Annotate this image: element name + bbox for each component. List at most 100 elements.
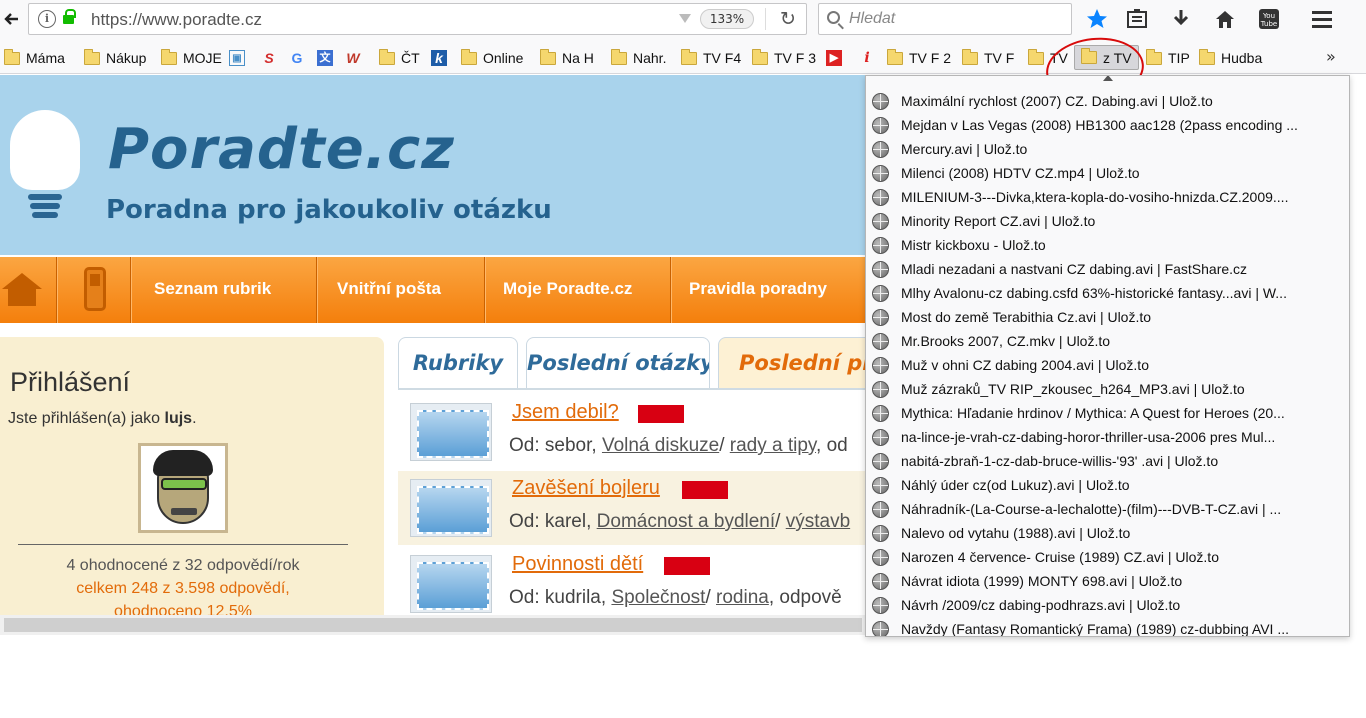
horizontal-scrollbar[interactable] [0,615,866,635]
bookmark-dropdown-item[interactable]: na-lince-je-vrah-cz-dabing-horor-thrille… [866,426,1349,450]
globe-icon [872,141,889,158]
url-bar[interactable]: i https://www.poradte.cz 133% ↻ [28,3,807,35]
search-placeholder[interactable]: Hledat [849,10,895,28]
question-title-link[interactable]: Zavěšení bojleru [512,477,660,500]
bookmark-dropdown-item[interactable]: Muž v ohni CZ dabing 2004.avi | Ulož.to [866,354,1349,378]
category-link[interactable]: Společnost [611,587,705,608]
bookmark-label: TV F [984,50,1015,66]
subcategory-link[interactable]: rady a tipy [730,435,816,456]
bookmarks-overflow-chevron-icon[interactable]: » [1326,47,1336,66]
bookmark-folder-online[interactable]: Online [461,47,523,69]
bookmark-site-w[interactable]: W [345,47,363,69]
bookmark-dropdown-item[interactable]: Milenci (2008) HDTV CZ.mp4 | Ulož.to [866,162,1349,186]
back-button[interactable] [0,4,24,34]
bookmark-folder-tv-f4[interactable]: TV F4 [681,47,741,69]
bookmark-dropdown-item[interactable]: Maximální rychlost (2007) CZ. Dabing.avi… [866,90,1349,114]
bookmark-dropdown-item[interactable]: Most do země Terabithia Cz.avi | Ulož.to [866,306,1349,330]
tab-posledni-prispevky[interactable]: Poslední příspěvky [718,337,866,389]
info-favicon-icon: i [864,50,870,66]
search-bar[interactable]: Hledat [818,3,1072,35]
hamburger-menu-icon[interactable] [1307,4,1337,34]
bookmark-folder-mama[interactable]: Máma [4,47,65,69]
bookmark-site-k[interactable]: k [431,47,449,69]
bookmark-dropdown-item[interactable]: Mlhy Avalonu-cz dabing.csfd 63%-historic… [866,282,1349,306]
bookmark-folder-tv-f[interactable]: TV F [962,47,1014,69]
bookmark-site-1[interactable]: ▣ [229,47,247,69]
bookmark-folder-tv-f2[interactable]: TV F 2 [887,47,951,69]
site-logo-title[interactable]: Poradte.cz [108,117,455,182]
subcategory-link[interactable]: rodina [716,587,769,608]
bookmark-dropdown-item[interactable]: Návrh /2009/cz dabing-podhrazs.avi | Ulo… [866,594,1349,618]
folder-icon [161,48,177,65]
bookmark-folder-nakup[interactable]: Nákup [84,47,146,69]
menu-seznam-rubrik[interactable]: Seznam rubrik [154,279,271,299]
login-username[interactable]: lujs [165,410,193,427]
bookmark-dropdown-item[interactable]: Mythica: Hľadanie hrdinov / Mythica: A Q… [866,402,1349,426]
bookmark-site-2[interactable]: S [261,47,279,69]
menu-pravidla-poradny[interactable]: Pravidla poradny [689,279,827,299]
dropdown-scroll-up-icon[interactable] [1103,76,1113,81]
bookmark-dropdown-item[interactable]: Náhlý úder cz(od Lukuz).avi | Ulož.to [866,474,1349,498]
reload-icon[interactable]: ↻ [773,5,803,33]
bookmark-star-icon[interactable] [1082,4,1112,34]
redaction-bar [664,557,710,575]
bookmark-dropdown-item[interactable]: Mercury.avi | Ulož.to [866,138,1349,162]
bookmark-folder-tv-f3[interactable]: TV F 3 [752,47,816,69]
bookmark-dropdown-label: Nalevo od vytahu (1988).avi | Ulož.to [901,525,1131,541]
folder-icon [4,48,20,65]
menu-moje-poradte[interactable]: Moje Poradte.cz [503,279,632,299]
bookmark-site-play[interactable]: ▶ [826,47,844,69]
site-home-icon[interactable] [0,273,42,307]
bookmark-dropdown-item[interactable]: Mistr kickboxu - Ulož.to [866,234,1349,258]
globe-icon [872,165,889,182]
bookmark-dropdown-item[interactable]: Minority Report CZ.avi | Ulož.to [866,210,1349,234]
bookmark-folder-tip[interactable]: TIP [1146,47,1190,69]
avatar[interactable] [138,443,228,533]
url-text[interactable]: https://www.poradte.cz [91,10,262,30]
globe-icon [872,573,889,590]
menu-vnitrni-posta[interactable]: Vnitřní pošta [337,279,441,299]
globe-icon [872,189,889,206]
bookmark-folder-nahr[interactable]: Nahr. [611,47,666,69]
tabs-underline [398,388,866,390]
url-history-dropdown-icon[interactable] [679,14,691,23]
site-info-icon[interactable]: i [38,10,56,28]
folder-icon [1199,48,1215,65]
subcategory-link[interactable]: výstavb [786,511,850,532]
home-icon[interactable] [1210,4,1240,34]
question-title-link[interactable]: Jsem debil? [512,401,619,424]
bookmark-dropdown-item[interactable]: Muž zázraků_TV RIP_zkousec_h264_MP3.avi … [866,378,1349,402]
bookmark-dropdown-item[interactable]: nabitá-zbraň-1-cz-dab-bruce-willis-'93' … [866,450,1349,474]
tab-posledni-otazky[interactable]: Poslední otázky [526,337,710,389]
zoom-level-badge[interactable]: 133% [700,9,754,29]
bookmark-dropdown-label: Muž zázraků_TV RIP_zkousec_h264_MP3.avi … [901,381,1245,397]
downloads-icon[interactable] [1166,4,1196,34]
question-row: Jsem debil? Od: sebor, Volná diskuze/ ra… [398,395,866,469]
mobile-phone-icon[interactable] [84,267,106,311]
question-title-link[interactable]: Povinnosti dětí [512,553,643,576]
question-author: Od: kudrila, [509,587,607,608]
bookmark-site-translate[interactable]: 文 [317,47,335,69]
bookmark-dropdown-item[interactable]: MILENIUM-3---Divka,ktera-kopla-do-vosiho… [866,186,1349,210]
bookmark-folder-hudba[interactable]: Hudba [1199,47,1262,69]
bookmark-dropdown-item[interactable]: Navždy (Fantasy Romantický Frama) (1989)… [866,618,1349,636]
bookmark-dropdown-item[interactable]: Mejdan v Las Vegas (2008) HB1300 aac128 … [866,114,1349,138]
bookmark-dropdown-item[interactable]: Návrat idiota (1999) MONTY 698.avi | Ulo… [866,570,1349,594]
bookmark-folder-na-h[interactable]: Na H [540,47,594,69]
bookmark-dropdown-item[interactable]: Náhradník-(La-Course-a-lechalotte)-(film… [866,498,1349,522]
bookmark-dropdown-item[interactable]: Mr.Brooks 2007, CZ.mkv | Ulož.to [866,330,1349,354]
rating-percent: ohodnoceno 12,5% [114,603,252,615]
bookmarks-menu-icon[interactable] [1122,4,1152,34]
bookmark-site-i[interactable]: i [859,47,877,69]
bookmark-dropdown-item[interactable]: Mladi nezadani a nastvani CZ dabing.avi … [866,258,1349,282]
bookmark-dropdown-item[interactable]: Nalevo od vytahu (1988).avi | Ulož.to [866,522,1349,546]
bookmark-site-google[interactable]: G [289,47,307,69]
scrollbar-thumb[interactable] [4,618,862,632]
tab-rubriky[interactable]: Rubriky [398,337,518,389]
youtube-icon[interactable]: You Tube [1254,4,1284,34]
bookmark-dropdown-item[interactable]: Narozen 4 července- Cruise (1989) CZ.avi… [866,546,1349,570]
bookmark-folder-moje[interactable]: MOJE [161,47,222,69]
category-link[interactable]: Domácnost a bydlení [597,511,776,532]
category-link[interactable]: Volná diskuze [602,435,719,456]
bookmark-folder-ct[interactable]: ČT [379,47,420,69]
